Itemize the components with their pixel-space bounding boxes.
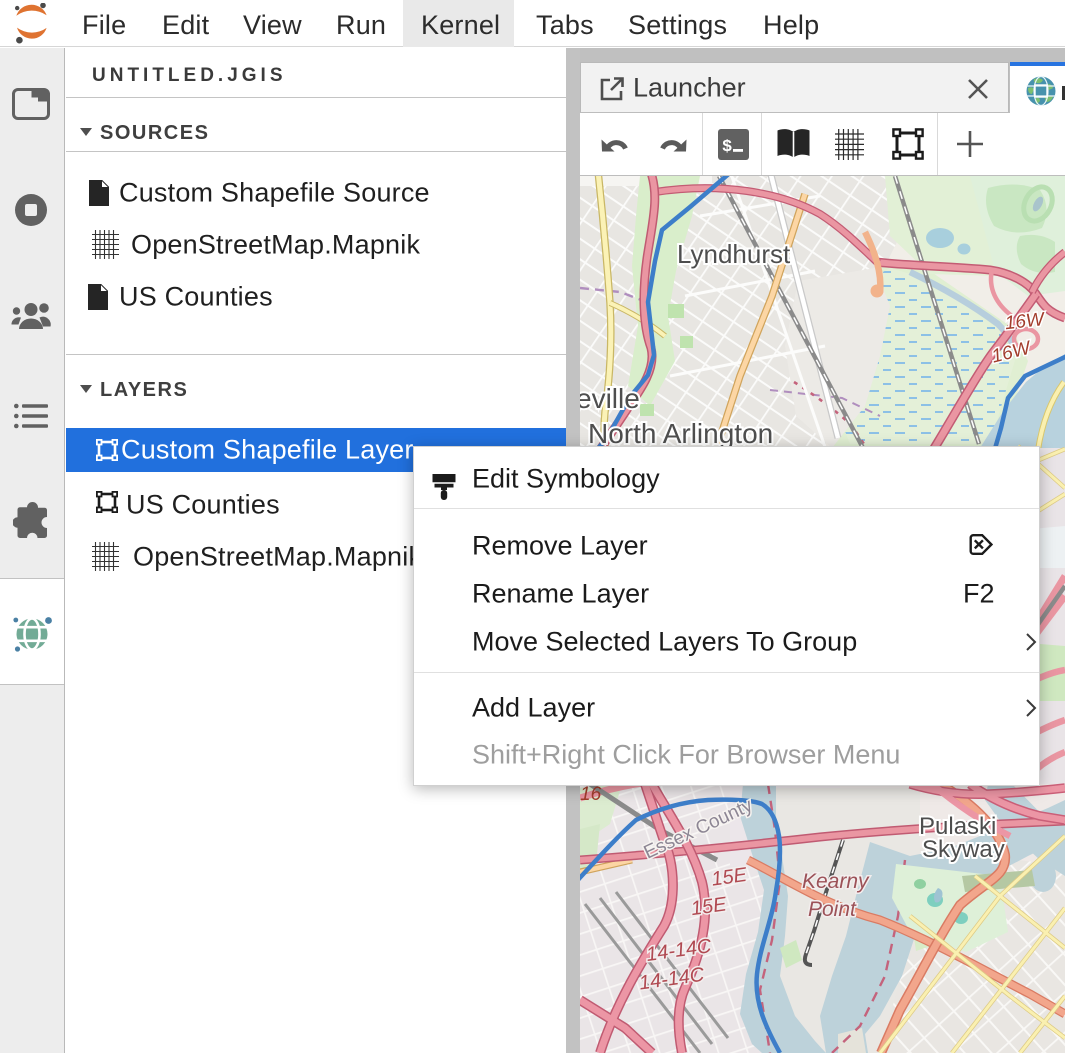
svg-text:Skyway: Skyway <box>922 836 1005 863</box>
svg-text:Lyndhurst: Lyndhurst <box>677 239 791 269</box>
svg-text:16W: 16W <box>1004 309 1047 334</box>
svg-text:Kearny: Kearny <box>802 870 870 893</box>
svg-text:Point: Point <box>808 898 857 921</box>
svg-text:$: $ <box>722 138 732 157</box>
svg-text:North Arlington: North Arlington <box>588 418 773 449</box>
svg-text:16: 16 <box>580 784 602 805</box>
svg-text:eville: eville <box>580 383 640 414</box>
